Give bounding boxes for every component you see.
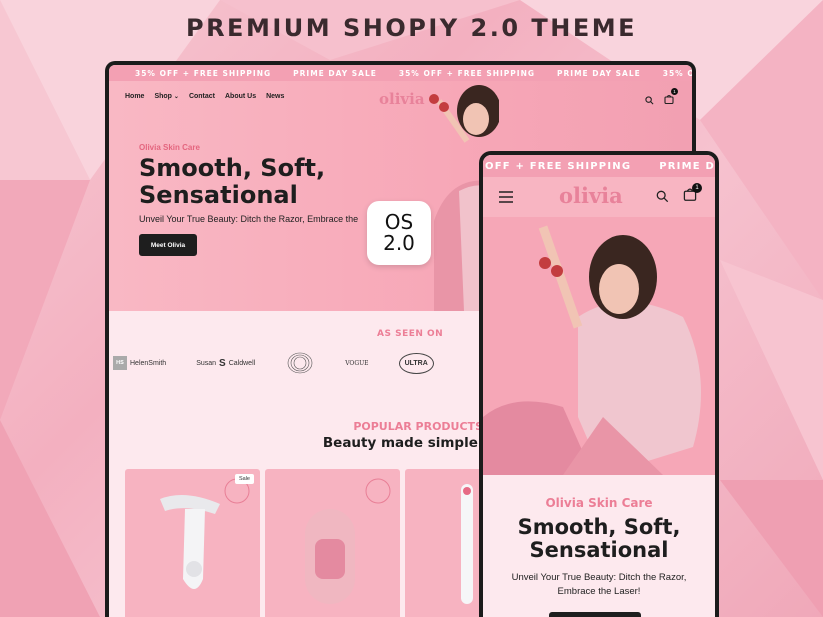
popular-title: Beauty made simple. <box>322 435 483 451</box>
as-seen-on-title: AS SEEN ON <box>377 329 444 339</box>
nav-shop-label: Shop <box>154 93 172 100</box>
cart-icon <box>664 94 674 105</box>
hero-subtitle: Unveil Your True Beauty: Ditch the Razor… <box>139 214 359 224</box>
hs-logo-mark: HS <box>113 356 127 370</box>
mobile-header-icons: 1 <box>656 183 702 206</box>
nav-news[interactable]: News <box>266 93 284 100</box>
cart-count-badge: 1 <box>692 183 702 193</box>
announcement-item: PRIME DAY SALE <box>293 68 377 78</box>
eye-wand-image <box>461 484 473 604</box>
cart-count-badge: 1 <box>671 88 678 95</box>
mobile-cta-button[interactable] <box>549 612 641 617</box>
product-card[interactable] <box>405 469 485 617</box>
hamburger-menu-icon[interactable] <box>499 191 513 203</box>
sale-badge: Sale <box>234 474 254 484</box>
product-card[interactable]: Sale <box>125 469 260 617</box>
announcement-bar: 35% OFF + FREE SHIPPING PRIME DAY SALE 3… <box>109 65 692 81</box>
brand-name: HelenSmith <box>130 359 167 367</box>
brand-vogue: VOGUE <box>345 359 369 367</box>
header-icons: 1 <box>645 88 678 109</box>
hero-title: Smooth, Soft, Sensational <box>139 154 326 209</box>
announcement-item: PRIME DAY SALE <box>659 160 715 172</box>
mobile-hero-image <box>483 217 715 475</box>
mobile-hero-title: Smooth, Soft, Sensational <box>517 515 681 562</box>
product-card[interactable] <box>265 469 400 617</box>
nav-contact[interactable]: Contact <box>189 93 215 100</box>
mobile-header: olivia 1 <box>483 177 715 217</box>
hero-image <box>429 85 499 311</box>
announcement-item: OFF + FREE SHIPPING <box>485 160 632 172</box>
announcement-item: 35% OFF + FREE SHIPPING <box>662 68 692 78</box>
popular-kicker: POPULAR PRODUCTS <box>353 420 483 433</box>
product-grid: Sale <box>125 469 485 617</box>
nav-shop[interactable]: Shop ⌄ <box>154 93 178 100</box>
mobile-hero-subtitle: Unveil Your True Beauty: Ditch the Razor… <box>511 572 687 597</box>
brand-logos: HS HelenSmith Susan S Caldwell VOGUE ULT… <box>113 351 434 375</box>
meet-olivia-button[interactable]: Meet Olivia <box>139 234 197 256</box>
nav-about[interactable]: About Us <box>225 93 256 100</box>
brand-name: Caldwell <box>228 359 256 367</box>
site-logo[interactable]: olivia <box>379 90 425 108</box>
popular-products-header: POPULAR PRODUCTS Beauty made simple. <box>109 420 483 451</box>
main-nav: Home Shop ⌄ Contact About Us News <box>125 93 284 100</box>
brand-s-mark-icon: S <box>219 357 226 369</box>
cart-button[interactable]: 1 <box>664 88 678 109</box>
brand-ultra: ULTRA <box>398 352 434 374</box>
swirl-logo-icon <box>287 352 313 374</box>
announcement-item: PRIME DAY SALE <box>557 68 641 78</box>
mobile-announcement-bar: OFF + FREE SHIPPING PRIME DAY SALE <box>483 155 715 177</box>
chevron-down-icon: ⌄ <box>173 94 179 100</box>
mobile-hero-kicker: Olivia Skin Care <box>545 496 653 510</box>
brand-name: Susan <box>196 359 217 367</box>
neck-massager-image <box>160 478 250 589</box>
os-badge-line2: 2.0 <box>383 231 415 255</box>
search-icon[interactable] <box>645 95 654 105</box>
hero-kicker: Olivia Skin Care <box>139 143 200 152</box>
mobile-site-logo[interactable]: olivia <box>559 183 623 208</box>
ipl-device-image <box>305 478 391 604</box>
woman-photo <box>483 217 715 475</box>
mobile-mockup: OFF + FREE SHIPPING PRIME DAY SALE olivi… <box>479 151 719 617</box>
page-headline: PREMIUM SHOPIY 2.0 THEME <box>185 14 638 42</box>
nav-home[interactable]: Home <box>125 93 144 100</box>
announcement-item: 35% OFF + FREE SHIPPING <box>135 68 272 78</box>
brand-susan-caldwell: Susan S Caldwell <box>196 358 255 369</box>
os-badge-line1: OS <box>384 210 414 234</box>
os-2-badge: OS 2.0 <box>367 201 431 265</box>
mobile-cart-button[interactable]: 1 <box>683 183 702 206</box>
brand-helensmith: HS HelenSmith <box>113 356 166 370</box>
announcement-item: 35% OFF + FREE SHIPPING <box>398 68 536 78</box>
search-icon[interactable] <box>656 190 669 203</box>
